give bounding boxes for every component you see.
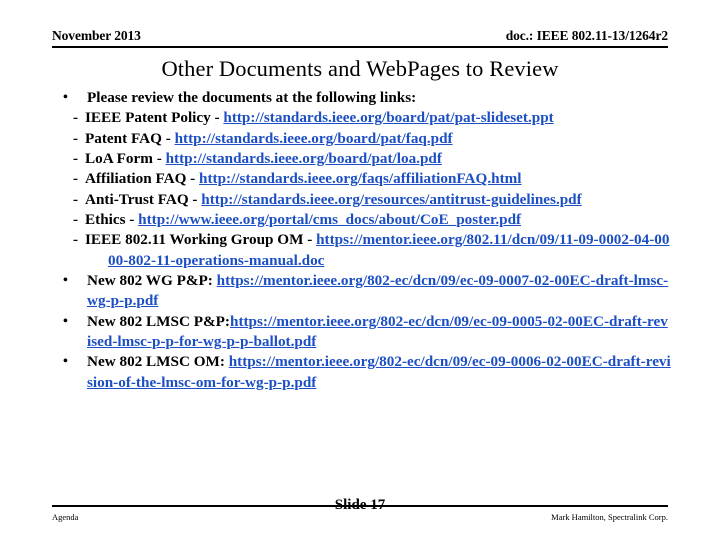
bullet-item: • Please review the documents at the foll… xyxy=(60,88,672,108)
item-label: Please review the documents at the follo… xyxy=(87,89,417,106)
item-label: New 802 WG P&P: xyxy=(87,272,217,290)
sub-bullet-item: - Ethics - http://www.ieee.org/portal/cms… xyxy=(60,210,672,230)
hyperlink[interactable]: http://standards.ieee.org/board/pat/faq.… xyxy=(175,130,453,147)
footer-author: Mark Hamilton, Spectralink Corp. xyxy=(551,512,668,522)
bullet-glyph-icon: • xyxy=(63,313,68,329)
dash-glyph-icon: - xyxy=(73,211,79,229)
hyperlink[interactable]: http://standards.ieee.org/faqs/affiliati… xyxy=(199,170,521,187)
bullet-glyph-icon: • xyxy=(63,354,68,370)
hyperlink[interactable]: http://standards.ieee.org/board/pat/pat-… xyxy=(223,109,553,126)
dash-glyph-icon: - xyxy=(73,109,79,127)
slide-body-content: • Please review the documents at the foll… xyxy=(60,88,672,393)
dash-glyph-icon: - xyxy=(73,190,79,208)
header-divider xyxy=(52,46,668,48)
sub-bullet-item: - LoA Form - http://standards.ieee.org/bo… xyxy=(60,149,672,169)
hyperlink[interactable]: http://standards.ieee.org/board/pat/loa.… xyxy=(166,150,442,167)
sub-bullet-item: - Patent FAQ - http://standards.ieee.org/… xyxy=(60,129,672,149)
item-label: New 802 LMSC P&P: xyxy=(87,312,230,330)
header-date: November 2013 xyxy=(52,28,141,43)
item-label: New 802 LMSC OM: xyxy=(87,353,229,371)
dash-glyph-icon: - xyxy=(73,170,79,188)
sub-bullet-item: - Anti-Trust FAQ - http://standards.ieee.… xyxy=(60,190,672,210)
bullet-item: • New 802 WG P&P: https://mentor.ieee.org… xyxy=(60,271,672,312)
dash-glyph-icon: - xyxy=(73,231,79,249)
item-label: IEEE 802.11 Working Group OM - xyxy=(85,231,317,249)
dash-glyph-icon: - xyxy=(73,150,79,168)
hyperlink[interactable]: http://standards.ieee.org/resources/anti… xyxy=(201,191,581,208)
sub-bullet-item: - Affiliation FAQ - http://standards.ieee… xyxy=(60,169,672,189)
slide-header: November 2013 doc.: IEEE 802.11-13/1264r… xyxy=(52,28,668,52)
bullet-item: • New 802 LMSC OM: https://mentor.ieee.or… xyxy=(60,352,672,393)
sub-bullet-item: - IEEE 802.11 Working Group OM - https://… xyxy=(60,230,672,271)
item-label: Ethics - xyxy=(85,211,139,229)
sub-bullet-item: - IEEE Patent Policy - http://standards.i… xyxy=(60,108,672,128)
bullet-glyph-icon: • xyxy=(63,90,68,105)
footer-row: Agenda Mark Hamilton, Spectralink Corp. … xyxy=(52,497,668,523)
hyperlink[interactable]: http://www.ieee.org/portal/cms_docs/abou… xyxy=(138,211,521,228)
header-row: November 2013 doc.: IEEE 802.11-13/1264r… xyxy=(52,28,668,44)
slide-footer: Agenda Mark Hamilton, Spectralink Corp. … xyxy=(52,497,668,523)
bullet-glyph-icon: • xyxy=(63,273,68,289)
footer-section-label: Agenda xyxy=(52,512,79,522)
dash-glyph-icon: - xyxy=(73,129,79,147)
bullet-item: • New 802 LMSC P&P:https://mentor.ieee.or… xyxy=(60,312,672,353)
header-doc-reference: doc.: IEEE 802.11-13/1264r2 xyxy=(505,28,668,43)
slide-title: Other Documents and WebPages to Review xyxy=(161,56,559,81)
